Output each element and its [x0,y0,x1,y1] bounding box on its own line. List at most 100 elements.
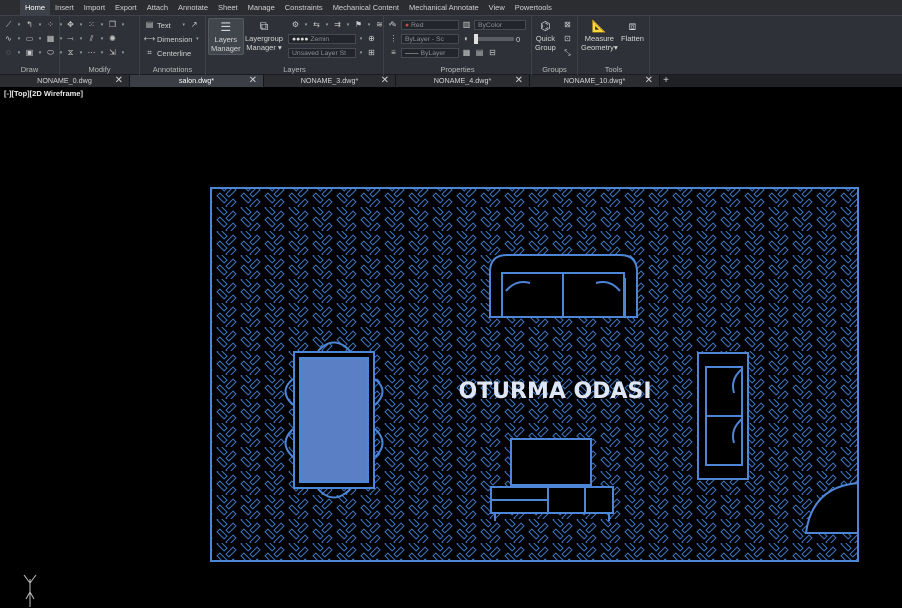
menu-mechanical-annotate[interactable]: Mechanical Annotate [404,0,484,15]
close-icon[interactable]: ✕ [645,75,653,87]
dimension-icon[interactable]: ⟷ [144,34,155,45]
layers-manager-button[interactable]: ☰ Layers Manager [208,18,244,55]
make-current-icon[interactable]: ⊕ [366,34,377,45]
menu-view[interactable]: View [484,0,510,15]
chevron-down-icon[interactable]: ▾ [99,34,105,45]
text-icon[interactable]: ▤ [144,20,155,31]
chevron-down-icon[interactable]: ▾ [16,34,22,45]
chevron-down-icon[interactable]: ▾ [16,20,22,31]
chevron-down-icon[interactable]: ▾ [181,20,187,31]
layer-state-save-icon[interactable]: ⊞ [366,48,377,59]
text-button[interactable]: Text [157,21,171,30]
quick-select-icon[interactable]: ⊟ [487,48,498,59]
line-icon[interactable]: ⟋ [3,20,14,31]
points-icon[interactable]: ⁘ [45,20,56,31]
plotstyle-icon[interactable]: ▥ [461,20,472,31]
region-icon[interactable]: ▣ [24,48,35,59]
chevron-down-icon[interactable]: ▾ [366,20,372,31]
centerline-icon[interactable]: ⌗ [144,48,155,59]
tab-salon[interactable]: salon.dwg* ✕ [130,75,264,87]
bycolor-select[interactable]: ByColor [474,20,526,30]
current-layer-select[interactable]: ●●●● Zemin [288,34,356,44]
menu-sheet[interactable]: Sheet [213,0,243,15]
layer-previous-icon[interactable]: ⇆ [311,20,322,31]
menu-powertools[interactable]: Powertools [510,0,557,15]
mirror-icon[interactable]: ⧖ [65,48,76,59]
menu-constraints[interactable]: Constraints [280,0,328,15]
group-select-icon[interactable]: ⤡ [562,47,573,58]
chevron-down-icon[interactable]: ▾ [303,20,309,31]
properties-icon[interactable]: ▤ [474,48,485,59]
tab-noname-10[interactable]: NONAME_10.dwg* ✕ [530,75,660,87]
menu-import[interactable]: Import [79,0,110,15]
tab-noname-4[interactable]: NONAME_4.dwg* ✕ [396,75,530,87]
menu-manage[interactable]: Manage [243,0,280,15]
ungroup-icon[interactable]: ⊠ [562,19,573,30]
chevron-down-icon[interactable]: ▾ [78,48,84,59]
stretch-icon[interactable]: ⇲ [107,48,118,59]
rectangle-icon[interactable]: ▭ [24,34,35,45]
chevron-down-icon[interactable]: ▾ [120,48,126,59]
group-edit-icon[interactable]: ⊡ [562,33,573,44]
close-icon[interactable]: ✕ [249,75,257,87]
centerline-button[interactable]: Centerline [157,49,191,58]
measure-geometry-button[interactable]: 📐 Measure Geometry▾ [581,18,618,52]
circle-icon[interactable]: ◌ [3,48,14,59]
trim-icon[interactable]: ⤙ [65,34,76,45]
chevron-down-icon[interactable]: ▾ [358,48,364,59]
chevron-down-icon[interactable]: ▾ [78,20,84,31]
chevron-down-icon[interactable]: ▾ [345,20,351,31]
drawing-canvas[interactable]: OTURMA ODASI [0,87,902,608]
chevron-down-icon[interactable]: ▾ [194,34,200,45]
chevron-down-icon[interactable]: ▾ [324,20,330,31]
menu-export[interactable]: Export [110,0,142,15]
join-icon[interactable]: ⋯ [86,48,97,59]
close-icon[interactable]: ✕ [381,75,389,87]
chevron-down-icon[interactable]: ▾ [37,34,43,45]
tab-noname-0[interactable]: NONAME_0.dwg ✕ [0,75,130,87]
menu-home[interactable]: Home [20,0,51,15]
layer-match-icon[interactable]: ⇉ [332,20,343,31]
linetype-icon[interactable]: ⋮ [388,34,399,45]
lineweight-select[interactable]: —— ByLayer [401,48,459,58]
chevron-down-icon[interactable]: ▾ [78,34,84,45]
quick-group-button[interactable]: ⌬ Quick Group [535,18,556,52]
menu-attach[interactable]: Attach [142,0,173,15]
linetype-select[interactable]: ByLayer - Sc [401,34,459,44]
menu-mechanical-content[interactable]: Mechanical Content [328,0,404,15]
hatch-icon[interactable]: ▦ [45,34,56,45]
layer-isolate-icon[interactable]: ⚑ [353,20,364,31]
leader-icon[interactable]: ↗ [189,20,200,31]
move-icon[interactable]: ✥ [65,20,76,31]
chevron-down-icon[interactable]: ▾ [358,34,364,45]
transparency-icon[interactable]: ◐ [461,34,472,45]
chevron-down-icon[interactable]: ▾ [37,20,43,31]
spline-icon[interactable]: ∿ [3,34,14,45]
chevron-down-icon[interactable]: ▾ [120,20,126,31]
chevron-down-icon[interactable]: ▾ [99,48,105,59]
menu-insert[interactable]: Insert [50,0,79,15]
color-select[interactable]: ● Red [401,20,459,30]
chevron-down-icon[interactable]: ▾ [99,20,105,31]
chevron-down-icon[interactable]: ▾ [37,48,43,59]
tab-noname-3[interactable]: NONAME_3.dwg* ✕ [264,75,396,87]
match-properties-icon[interactable]: ✎ [388,20,399,31]
explode-icon[interactable]: ✺ [107,34,118,45]
close-icon[interactable]: ✕ [115,75,123,87]
drawing-viewport[interactable]: [-][Top][2D Wireframe] OTURMA ODASI [0,87,902,608]
transparency-slider[interactable] [474,34,514,44]
layergroup-manager-button[interactable]: ⧉ Layergroup Manager ▾ [245,18,283,53]
transparency-slider-thumb[interactable] [474,34,478,44]
array-icon[interactable]: ⁙ [86,20,97,31]
menu-annotate[interactable]: Annotate [173,0,213,15]
ellipse-icon[interactable]: ⬭ [45,48,56,59]
list-icon[interactable]: ▦ [461,48,472,59]
flatten-button[interactable]: ⧈ Flatten [621,18,644,44]
polyline-icon[interactable]: ↰ [24,20,35,31]
copy-icon[interactable]: ❐ [107,20,118,31]
dimension-button[interactable]: Dimension [157,35,192,44]
chevron-down-icon[interactable]: ▾ [16,48,22,59]
layer-properties-icon[interactable]: ⚙ [290,20,301,31]
add-tab-icon[interactable]: + [660,75,672,87]
layer-state-select[interactable]: Unsaved Layer St [288,48,356,58]
